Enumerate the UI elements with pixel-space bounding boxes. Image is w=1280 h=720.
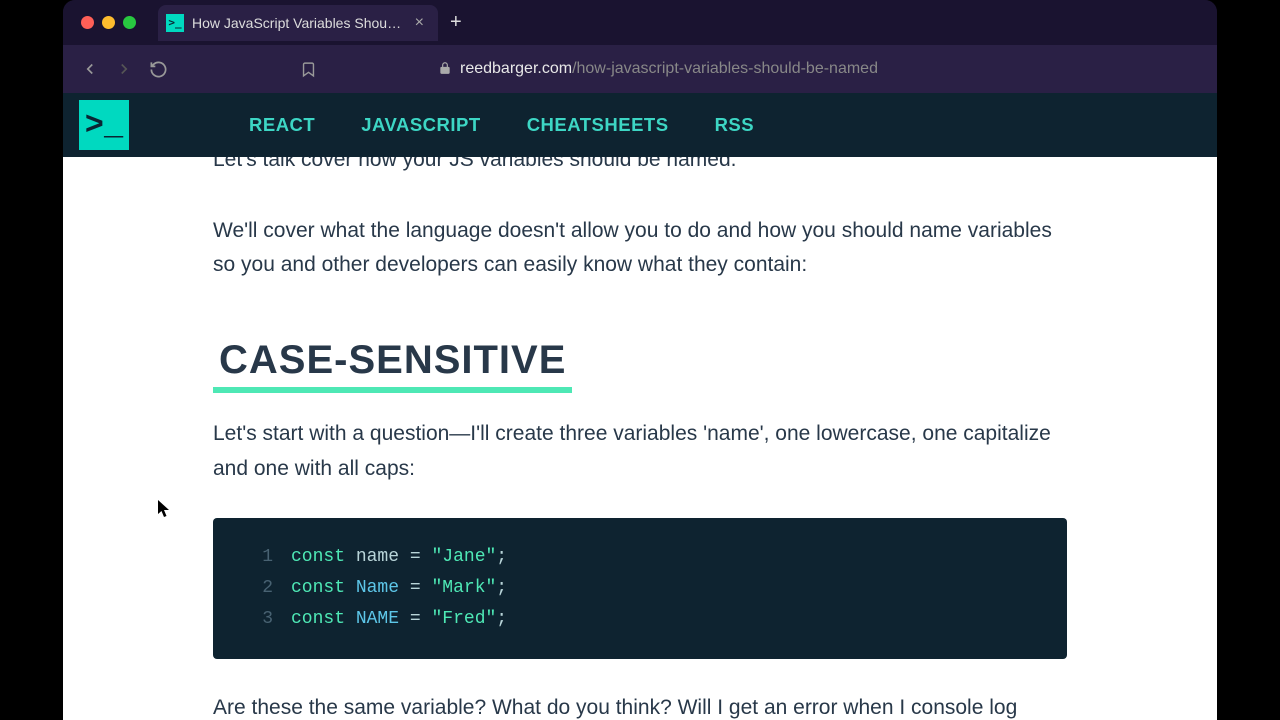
article-content: Let's talk cover how your JS variables s… — [63, 157, 1217, 720]
paragraph-2: Let's start with a question—I'll create … — [213, 417, 1067, 486]
url-domain: reedbarger.com — [460, 60, 572, 77]
tab-favicon-icon: >_ — [166, 14, 184, 32]
url-bar[interactable]: reedbarger.com/how-javascript-variables-… — [333, 60, 983, 78]
line-number: 1 — [241, 542, 273, 573]
maximize-window-button[interactable] — [123, 16, 136, 29]
line-number: 2 — [241, 573, 273, 604]
title-bar: >_ How JavaScript Variables Shoul… × + — [63, 0, 1217, 45]
line-number: 3 — [241, 604, 273, 635]
back-button[interactable] — [81, 60, 99, 78]
code-block: 1 const name = "Jane"; 2 const Name = "M… — [213, 518, 1067, 659]
tab-close-icon[interactable]: × — [411, 14, 428, 32]
code-line-1: 1 const name = "Jane"; — [241, 542, 1039, 573]
code-line-3: 3 const NAME = "Fred"; — [241, 604, 1039, 635]
site-nav: REACT JAVASCRIPT CHEATSHEETS RSS — [249, 114, 754, 136]
mouse-cursor-icon — [158, 500, 172, 518]
site-header: >_ REACT JAVASCRIPT CHEATSHEETS RSS — [63, 93, 1217, 157]
browser-tab[interactable]: >_ How JavaScript Variables Shoul… × — [158, 5, 438, 41]
new-tab-button[interactable]: + — [450, 11, 462, 34]
paragraph-intro-cut: Let's talk cover how your JS variables s… — [213, 157, 1067, 178]
close-window-button[interactable] — [81, 16, 94, 29]
nav-javascript[interactable]: JAVASCRIPT — [361, 114, 480, 136]
nav-cheatsheets[interactable]: CHEATSHEETS — [527, 114, 669, 136]
tab-title: How JavaScript Variables Shoul… — [192, 15, 403, 31]
url-text: reedbarger.com/how-javascript-variables-… — [460, 60, 878, 78]
forward-button[interactable] — [115, 60, 133, 78]
bookmark-button[interactable] — [300, 61, 317, 78]
site-logo-icon[interactable]: >_ — [79, 100, 129, 150]
lock-icon — [438, 61, 452, 78]
traffic-lights — [81, 16, 136, 29]
reload-button[interactable] — [149, 60, 168, 79]
nav-bar: reedbarger.com/how-javascript-variables-… — [63, 45, 1217, 93]
browser-window: >_ How JavaScript Variables Shoul… × + r… — [63, 0, 1217, 720]
paragraph-3: Are these the same variable? What do you… — [213, 691, 1067, 720]
heading-case-sensitive: CASE-SENSITIVE — [213, 327, 572, 393]
minimize-window-button[interactable] — [102, 16, 115, 29]
nav-react[interactable]: REACT — [249, 114, 315, 136]
nav-rss[interactable]: RSS — [715, 114, 755, 136]
url-path: /how-javascript-variables-should-be-name… — [572, 60, 878, 77]
code-line-2: 2 const Name = "Mark"; — [241, 573, 1039, 604]
paragraph-1: We'll cover what the language doesn't al… — [213, 214, 1067, 283]
